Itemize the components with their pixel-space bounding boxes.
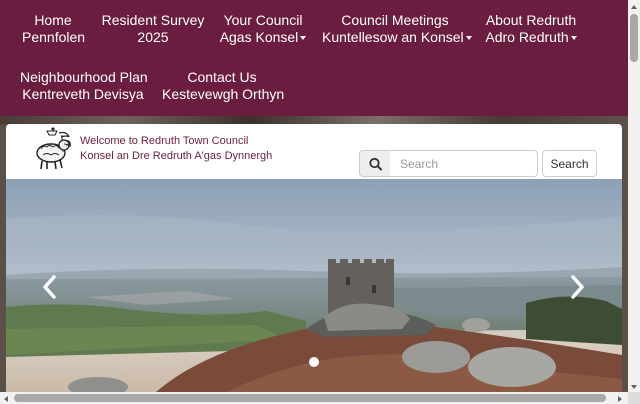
search-icon [359, 150, 391, 177]
main-navbar: Home Pennfolen Resident Survey 2025 Your… [0, 0, 628, 116]
nav-item-neighbourhood-plan[interactable]: Neighbourhood Plan Kentreveth Devisya [20, 69, 148, 103]
carousel-next-button[interactable] [566, 272, 588, 302]
nav-item-sublabel: Kuntellesow an Konsel [322, 29, 464, 45]
vertical-scrollbar-thumb[interactable] [630, 14, 638, 62]
nav-item-sublabel: Pennfolen [22, 29, 86, 45]
scrollbar-corner [628, 392, 640, 404]
nav-item-sublabel: Kentreveth Devisya [22, 86, 144, 102]
ram-crest-icon[interactable] [33, 127, 73, 171]
nav-item-label: Resident Survey [101, 12, 205, 28]
nav-item-sublabel: Agas Konsel [219, 29, 299, 45]
caret-down-icon [570, 36, 577, 41]
scroll-right-arrow-icon[interactable] [614, 392, 626, 404]
nav-item-sublabel: 2025 [137, 29, 169, 45]
content-panel: Welcome to Redruth Town Council Konsel a… [6, 124, 622, 392]
search-button[interactable]: Search [542, 150, 597, 177]
nav-item-sublabel: Adro Redruth [485, 29, 569, 45]
scroll-left-arrow-icon[interactable] [0, 392, 12, 404]
horizontal-scrollbar-thumb[interactable] [14, 394, 606, 402]
nav-item-resident-survey[interactable]: Resident Survey 2025 [100, 12, 206, 46]
nav-item-label: About Redruth [485, 12, 577, 28]
nav-item-council-meetings[interactable]: Council Meetings Kuntellesow an Konsel [322, 12, 472, 46]
site-title[interactable]: Welcome to Redruth Town Council Konsel a… [80, 134, 272, 164]
background-photo-strip [0, 116, 628, 124]
nav-item-label: Neighbourhood Plan [20, 69, 148, 85]
nav-item-about-redruth[interactable]: About Redruth Adro Redruth [482, 12, 580, 46]
caret-down-icon [300, 36, 307, 41]
chevron-right-icon [571, 275, 584, 299]
site-title-english: Welcome to Redruth Town Council [80, 135, 249, 147]
image-carousel [6, 179, 622, 392]
nav-item-home[interactable]: Home Pennfolen [22, 12, 86, 46]
site-header: Welcome to Redruth Town Council Konsel a… [6, 124, 622, 179]
scroll-up-arrow-icon[interactable] [628, 0, 640, 12]
carousel-prev-button[interactable] [39, 272, 61, 302]
scroll-down-arrow-icon[interactable] [628, 380, 640, 392]
nav-item-label: Your Council [223, 12, 303, 28]
caret-down-icon [465, 36, 472, 41]
vertical-scrollbar[interactable] [628, 0, 640, 404]
search-input[interactable] [390, 150, 538, 177]
nav-item-label: Home [34, 12, 72, 28]
carousel-indicator-dot[interactable] [309, 357, 319, 367]
nav-item-sublabel: Kestevewgh Orthyn [162, 86, 285, 102]
nav-item-your-council[interactable]: Your Council Agas Konsel [218, 12, 308, 46]
nav-item-label: Council Meetings [341, 12, 449, 28]
chevron-left-icon [43, 275, 56, 299]
horizontal-scrollbar[interactable] [0, 392, 628, 404]
nav-item-contact-us[interactable]: Contact Us Kestevewgh Orthyn [162, 69, 285, 103]
site-title-cornish: Konsel an Dre Redruth A'gas Dynnergh [80, 150, 273, 162]
nav-item-label: Contact Us [187, 69, 257, 85]
